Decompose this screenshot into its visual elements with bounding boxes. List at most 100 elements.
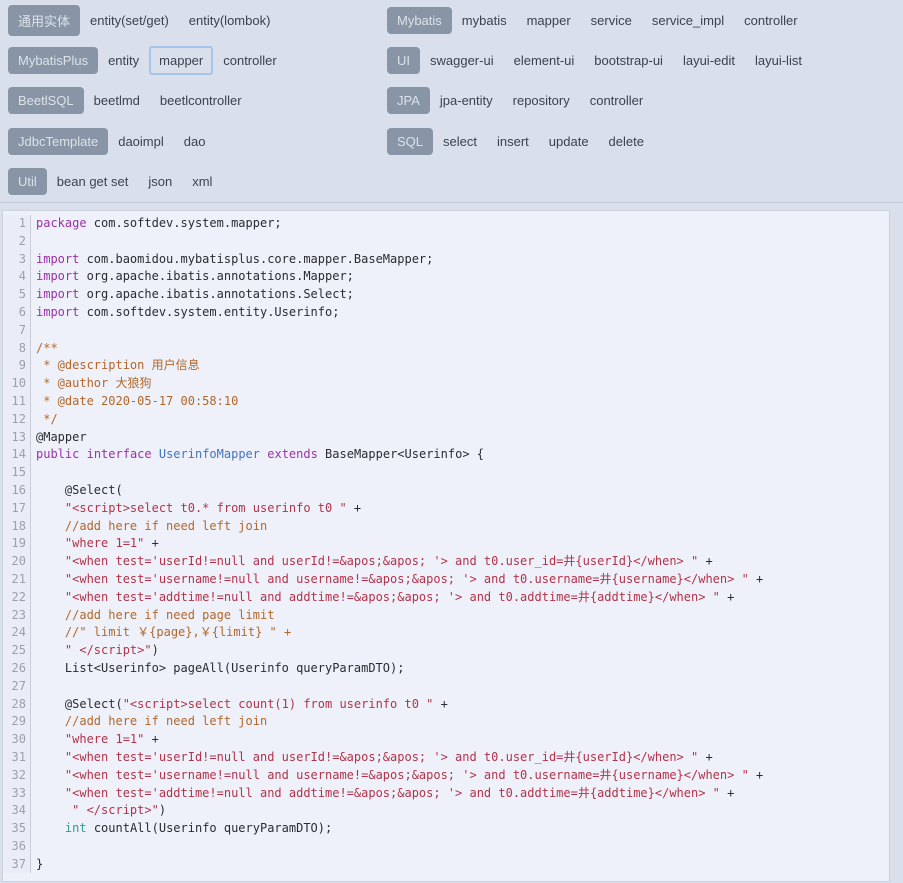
- code-line: 29 //add here if need left join: [3, 713, 889, 731]
- template-item[interactable]: insert: [487, 127, 539, 156]
- code-line: 5import org.apache.ibatis.annotations.Se…: [3, 286, 889, 304]
- line-content: " </script>"): [31, 642, 159, 660]
- code-line: 14public interface UserinfoMapper extend…: [3, 446, 889, 464]
- template-item[interactable]: service: [581, 6, 642, 35]
- template-item[interactable]: select: [433, 127, 487, 156]
- template-item[interactable]: element-ui: [504, 46, 585, 75]
- code-line: 25 " </script>"): [3, 642, 889, 660]
- code-line: 20 "<when test='userId!=null and userId!…: [3, 553, 889, 571]
- line-content: int countAll(Userinfo queryParamDTO);: [31, 820, 332, 838]
- template-item[interactable]: beetlcontroller: [150, 86, 252, 115]
- line-content: [31, 838, 36, 856]
- template-group: BeetlSQLbeetlmdbeetlcontroller: [8, 81, 387, 121]
- template-item[interactable]: entity: [98, 46, 149, 75]
- template-item-selected[interactable]: mapper: [149, 46, 213, 75]
- line-content: package com.softdev.system.mapper;: [31, 215, 282, 233]
- template-item[interactable]: xml: [182, 167, 222, 196]
- line-number: 10: [3, 375, 31, 393]
- template-item[interactable]: controller: [213, 46, 286, 75]
- code-line: 6import com.softdev.system.entity.Userin…: [3, 304, 889, 322]
- template-item[interactable]: mybatis: [452, 6, 517, 35]
- line-content: [31, 678, 36, 696]
- line-number: 32: [3, 767, 31, 785]
- toolbar-right-column: Mybatismybatismapperserviceservice_implc…: [387, 0, 895, 202]
- template-group: MybatisPlusentitymappercontroller: [8, 40, 387, 80]
- code-line: 31 "<when test='userId!=null and userId!…: [3, 749, 889, 767]
- template-item[interactable]: controller: [580, 86, 653, 115]
- line-content: @Select("<script>select count(1) from us…: [31, 696, 448, 714]
- line-content: "where 1=1" +: [31, 731, 159, 749]
- line-number: 11: [3, 393, 31, 411]
- code-line: 10 * @author 大狼狗: [3, 375, 889, 393]
- code-line: 7: [3, 322, 889, 340]
- group-label-button[interactable]: BeetlSQL: [8, 87, 84, 114]
- line-number: 28: [3, 696, 31, 714]
- template-item[interactable]: update: [539, 127, 599, 156]
- line-content: List<Userinfo> pageAll(Userinfo queryPar…: [31, 660, 404, 678]
- line-content: "<when test='username!=null and username…: [31, 571, 763, 589]
- template-item[interactable]: layui-edit: [673, 46, 745, 75]
- line-number: 24: [3, 624, 31, 642]
- template-toolbar: 通用实体entity(set/get)entity(lombok) Mybatis…: [0, 0, 903, 203]
- line-content: import com.softdev.system.entity.Userinf…: [31, 304, 339, 322]
- line-number: 19: [3, 535, 31, 553]
- line-number: 20: [3, 553, 31, 571]
- line-number: 16: [3, 482, 31, 500]
- template-item[interactable]: dao: [174, 127, 216, 156]
- code-editor[interactable]: 1package com.softdev.system.mapper;23imp…: [3, 211, 889, 873]
- line-number: 18: [3, 518, 31, 536]
- template-item[interactable]: mapper: [517, 6, 581, 35]
- code-line: 28 @Select("<script>select count(1) from…: [3, 696, 889, 714]
- group-label-button[interactable]: Util: [8, 168, 47, 195]
- line-content: /**: [31, 340, 58, 358]
- line-content: "<script>select t0.* from userinfo t0 " …: [31, 500, 361, 518]
- template-item[interactable]: delete: [599, 127, 654, 156]
- line-content: //add here if need left join: [31, 518, 267, 536]
- line-content: "<when test='addtime!=null and addtime!=…: [31, 785, 734, 803]
- line-content: import org.apache.ibatis.annotations.Map…: [31, 268, 354, 286]
- template-group: Utilbean get setjsonxml: [8, 162, 387, 202]
- line-number: 34: [3, 802, 31, 820]
- template-item[interactable]: bean get set: [47, 167, 139, 196]
- group-label-button[interactable]: 通用实体: [8, 5, 80, 36]
- template-item[interactable]: entity(lombok): [179, 6, 281, 35]
- template-item[interactable]: service_impl: [642, 6, 734, 35]
- line-content: [31, 322, 36, 340]
- line-number: 6: [3, 304, 31, 322]
- code-line: 19 "where 1=1" +: [3, 535, 889, 553]
- line-number: 2: [3, 233, 31, 251]
- line-number: 36: [3, 838, 31, 856]
- template-item[interactable]: swagger-ui: [420, 46, 504, 75]
- group-label-button[interactable]: UI: [387, 47, 420, 74]
- template-item[interactable]: entity(set/get): [80, 6, 179, 35]
- template-item[interactable]: json: [138, 167, 182, 196]
- template-item[interactable]: layui-list: [745, 46, 812, 75]
- template-group: JdbcTemplatedaoimpldao: [8, 121, 387, 161]
- line-number: 31: [3, 749, 31, 767]
- template-item[interactable]: controller: [734, 6, 807, 35]
- group-label-button[interactable]: MybatisPlus: [8, 47, 98, 74]
- template-item[interactable]: bootstrap-ui: [584, 46, 673, 75]
- line-content: [31, 233, 36, 251]
- code-line: 17 "<script>select t0.* from userinfo t0…: [3, 500, 889, 518]
- group-label-button[interactable]: JdbcTemplate: [8, 128, 108, 155]
- code-line: 9 * @description 用户信息: [3, 357, 889, 375]
- template-item[interactable]: jpa-entity: [430, 86, 503, 115]
- code-line: 35 int countAll(Userinfo queryParamDTO);: [3, 820, 889, 838]
- group-label-button[interactable]: JPA: [387, 87, 430, 114]
- line-number: 30: [3, 731, 31, 749]
- template-item[interactable]: daoimpl: [108, 127, 174, 156]
- code-line: 16 @Select(: [3, 482, 889, 500]
- line-number: 21: [3, 571, 31, 589]
- line-number: 9: [3, 357, 31, 375]
- line-number: 4: [3, 268, 31, 286]
- code-line: 33 "<when test='addtime!=null and addtim…: [3, 785, 889, 803]
- line-number: 29: [3, 713, 31, 731]
- template-item[interactable]: beetlmd: [84, 86, 150, 115]
- group-label-button[interactable]: Mybatis: [387, 7, 452, 34]
- code-line: 36: [3, 838, 889, 856]
- group-label-button[interactable]: SQL: [387, 128, 433, 155]
- line-content: * @description 用户信息: [31, 357, 200, 375]
- code-line: 34 " </script>"): [3, 802, 889, 820]
- template-item[interactable]: repository: [503, 86, 580, 115]
